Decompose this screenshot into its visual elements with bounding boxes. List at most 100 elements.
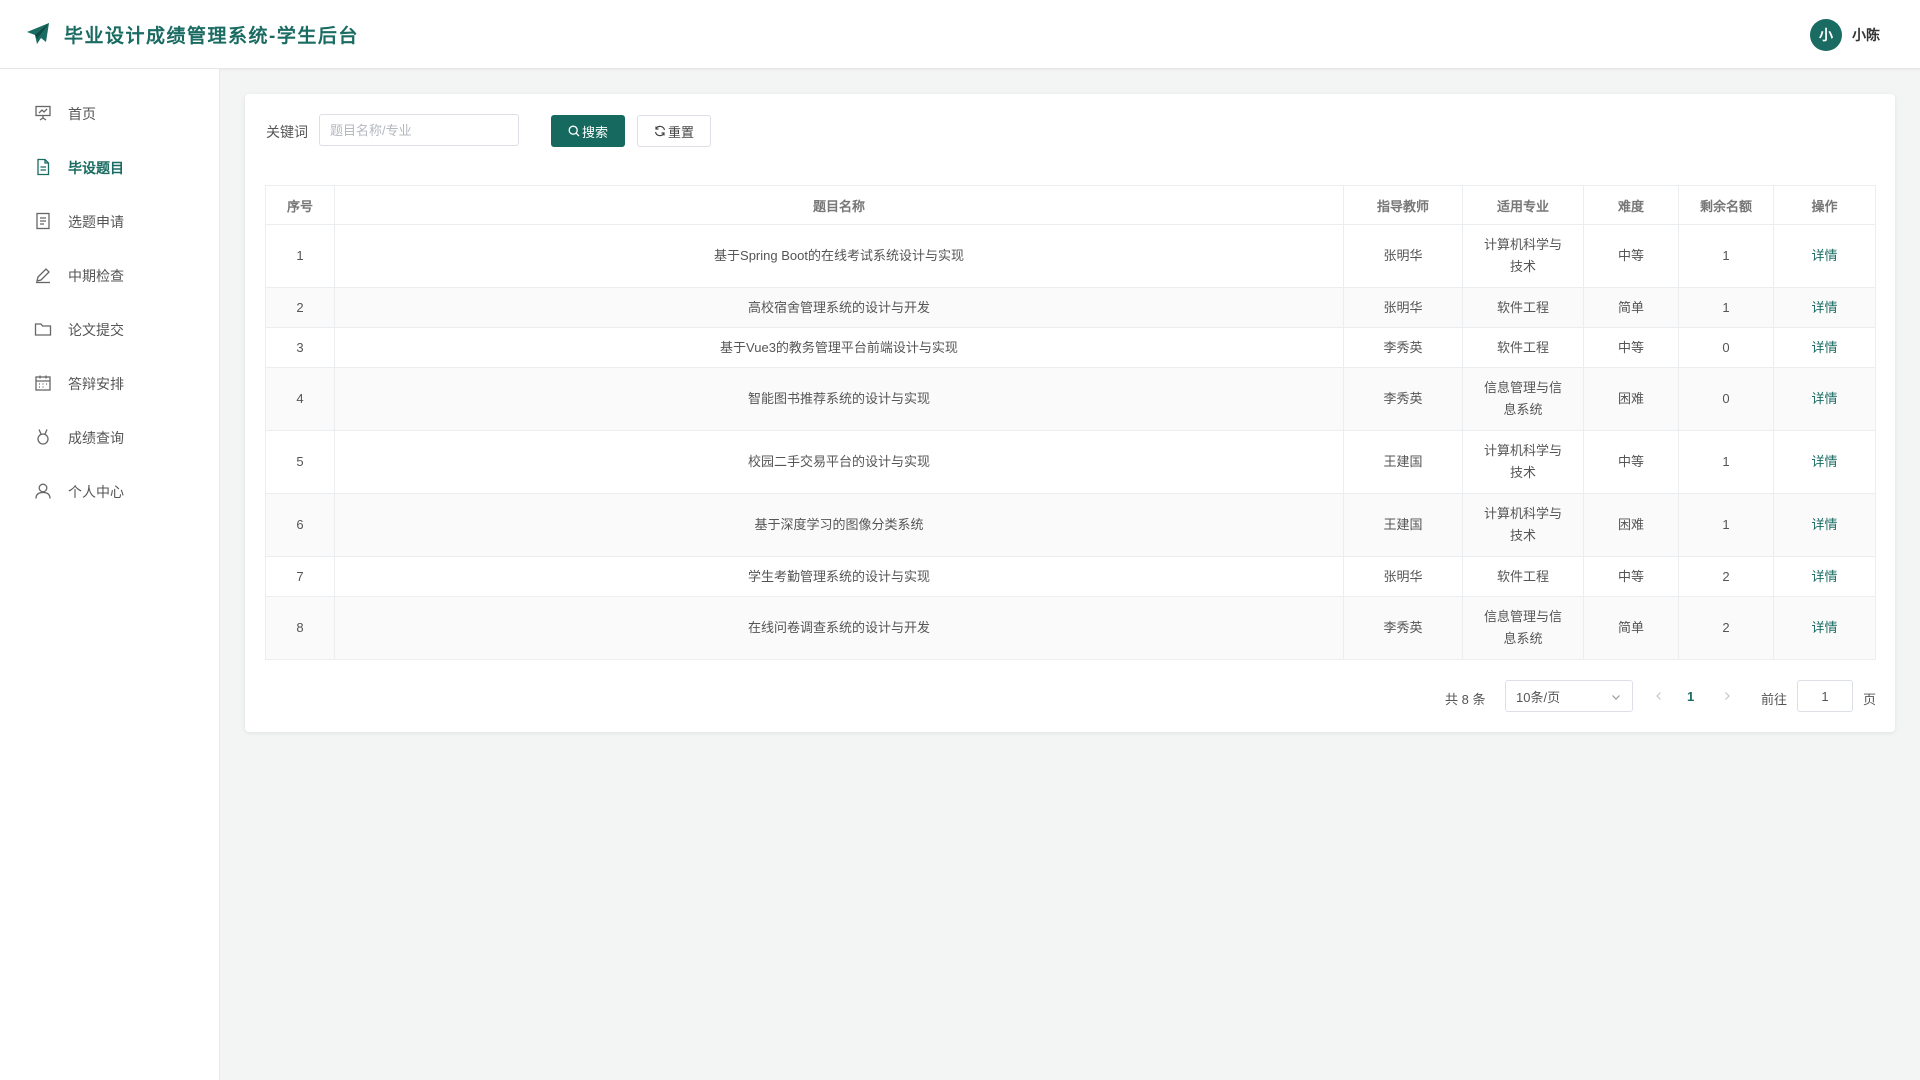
user-menu[interactable]: 小 小陈 [1810, 19, 1880, 51]
calendar-icon [35, 375, 51, 391]
cell-major: 计算机科学与 技术 [1462, 493, 1584, 557]
column-header-teacher[interactable]: 指导教师 [1343, 185, 1463, 225]
cell-index: 7 [265, 556, 335, 597]
details-link[interactable]: 详情 [1811, 454, 1837, 469]
major-line: 软件工程 [1496, 339, 1549, 355]
cell-title: 高校宿舍管理系统的设计与开发 [334, 287, 1344, 328]
sidebar: 首页 毕设题目 选题申请 中期检查 论文提交 答辩安排 成绩查询 个人中心 [0, 69, 220, 1080]
cell-teacher: 张明华 [1343, 556, 1463, 597]
major-line: 计算机科学与 [1483, 237, 1562, 252]
keyword-search-input[interactable] [319, 114, 519, 146]
major-line: 技术 [1509, 528, 1536, 543]
cell-teacher: 李秀英 [1343, 367, 1463, 431]
cell-difficulty: 中等 [1583, 430, 1679, 494]
keyword-label: 关键词 [266, 124, 308, 140]
major-line: 计算机科学与 [1483, 506, 1562, 521]
column-header-action: 操作 [1773, 185, 1876, 225]
goto-page-input[interactable] [1797, 680, 1853, 712]
cell-action: 详情 [1773, 287, 1876, 328]
folder-icon [34, 323, 52, 336]
cell-major: 计算机科学与 技术 [1462, 430, 1584, 494]
cell-difficulty: 中等 [1583, 556, 1679, 597]
details-link[interactable]: 详情 [1811, 517, 1837, 532]
table-row: 2 高校宿舍管理系统的设计与开发 张明华 软件工程 简单 1 详情 [265, 287, 1876, 328]
table-row: 1 基于Spring Boot的在线考试系统设计与实现 张明华 计算机科学与 技术… [265, 224, 1876, 288]
cell-index: 1 [265, 224, 335, 288]
cell-title: 智能图书推荐系统的设计与实现 [334, 367, 1344, 431]
cell-remaining: 1 [1678, 287, 1774, 328]
cell-teacher: 王建国 [1343, 430, 1463, 494]
table-row: 4 智能图书推荐系统的设计与实现 李秀英 信息管理与信 息系统 困难 0 详情 [265, 367, 1876, 431]
cell-title: 基于深度学习的图像分类系统 [334, 493, 1344, 557]
cell-difficulty: 中等 [1583, 327, 1679, 368]
details-link[interactable]: 详情 [1811, 340, 1837, 355]
sidebar-item-thesis-submission[interactable]: 论文提交 [0, 302, 219, 356]
sidebar-item-topics[interactable]: 毕设题目 [0, 140, 219, 194]
column-header-index[interactable]: 序号 [265, 185, 335, 225]
cell-teacher: 李秀英 [1343, 596, 1463, 660]
sidebar-item-topic-application[interactable]: 选题申请 [0, 194, 219, 248]
page-size-select[interactable]: 10条/页 [1505, 680, 1633, 712]
list-document-icon [36, 212, 50, 230]
cell-index: 4 [265, 367, 335, 431]
sidebar-item-label: 论文提交 [68, 322, 124, 338]
avatar[interactable]: 小 [1810, 19, 1842, 51]
cell-difficulty: 困难 [1583, 493, 1679, 557]
cell-action: 详情 [1773, 430, 1876, 494]
cell-title: 学生考勤管理系统的设计与实现 [334, 556, 1344, 597]
pen-icon [36, 268, 50, 284]
chevron-right-icon[interactable] [1721, 690, 1733, 702]
sidebar-item-label: 毕设题目 [68, 160, 124, 176]
cell-title: 校园二手交易平台的设计与实现 [334, 430, 1344, 494]
column-header-major[interactable]: 适用专业 [1462, 185, 1584, 225]
goto-label: 前往 [1761, 692, 1788, 707]
details-link[interactable]: 详情 [1811, 620, 1837, 635]
sidebar-item-label: 答辩安排 [68, 376, 124, 392]
sidebar-item-home[interactable]: 首页 [0, 86, 219, 140]
cell-title: 基于Vue3的教务管理平台前端设计与实现 [334, 327, 1344, 368]
sidebar-item-grade-query[interactable]: 成绩查询 [0, 410, 219, 464]
column-header-title[interactable]: 题目名称 [334, 185, 1344, 225]
refresh-icon [654, 125, 666, 137]
page-number-current[interactable]: 1 [1687, 689, 1694, 704]
sidebar-item-profile[interactable]: 个人中心 [0, 464, 219, 518]
details-link[interactable]: 详情 [1811, 300, 1837, 315]
cell-major: 软件工程 [1462, 556, 1584, 597]
column-header-difficulty[interactable]: 难度 [1583, 185, 1679, 225]
cell-teacher: 张明华 [1343, 287, 1463, 328]
column-header-remaining[interactable]: 剩余名额 [1678, 185, 1774, 225]
major-line: 信息管理与信 [1483, 380, 1562, 395]
cell-difficulty: 简单 [1583, 287, 1679, 328]
major-line: 软件工程 [1496, 299, 1549, 315]
search-button[interactable]: 搜索 [551, 115, 625, 147]
document-icon [37, 158, 50, 176]
sidebar-item-midterm-check[interactable]: 中期检查 [0, 248, 219, 302]
top-header: 毕业设计成绩管理系统-学生后台 小 小陈 [0, 0, 1920, 69]
chevron-left-icon[interactable] [1653, 690, 1665, 702]
cell-remaining: 2 [1678, 596, 1774, 660]
user-name[interactable]: 小陈 [1852, 25, 1880, 45]
details-link[interactable]: 详情 [1811, 248, 1837, 263]
topic-list-card: 关键词 搜索 重置 序号 题目名称 指导教师 适用专业 难度 剩余名额 操作 [245, 94, 1895, 732]
user-icon [35, 483, 51, 499]
cell-major: 软件工程 [1462, 327, 1584, 368]
cell-major: 信息管理与信 息系统 [1462, 367, 1584, 431]
table-row: 8 在线问卷调查系统的设计与开发 李秀英 信息管理与信 息系统 简单 2 详情 [265, 596, 1876, 660]
table-row: 3 基于Vue3的教务管理平台前端设计与实现 李秀英 软件工程 中等 0 详情 [265, 327, 1876, 368]
cell-remaining: 1 [1678, 430, 1774, 494]
search-icon [568, 125, 580, 137]
cell-action: 详情 [1773, 367, 1876, 431]
table-row: 5 校园二手交易平台的设计与实现 王建国 计算机科学与 技术 中等 1 详情 [265, 430, 1876, 494]
details-link[interactable]: 详情 [1811, 569, 1837, 584]
chevron-down-icon [1612, 695, 1620, 700]
cell-index: 5 [265, 430, 335, 494]
cell-major: 软件工程 [1462, 287, 1584, 328]
search-button-label: 搜索 [581, 124, 608, 140]
table-row: 6 基于深度学习的图像分类系统 王建国 计算机科学与 技术 困难 1 详情 [265, 493, 1876, 557]
sidebar-item-label: 选题申请 [68, 214, 124, 230]
cell-index: 6 [265, 493, 335, 557]
details-link[interactable]: 详情 [1811, 391, 1837, 406]
reset-button[interactable]: 重置 [637, 115, 711, 147]
sidebar-item-defense-schedule[interactable]: 答辩安排 [0, 356, 219, 410]
major-line: 计算机科学与 [1483, 443, 1562, 458]
